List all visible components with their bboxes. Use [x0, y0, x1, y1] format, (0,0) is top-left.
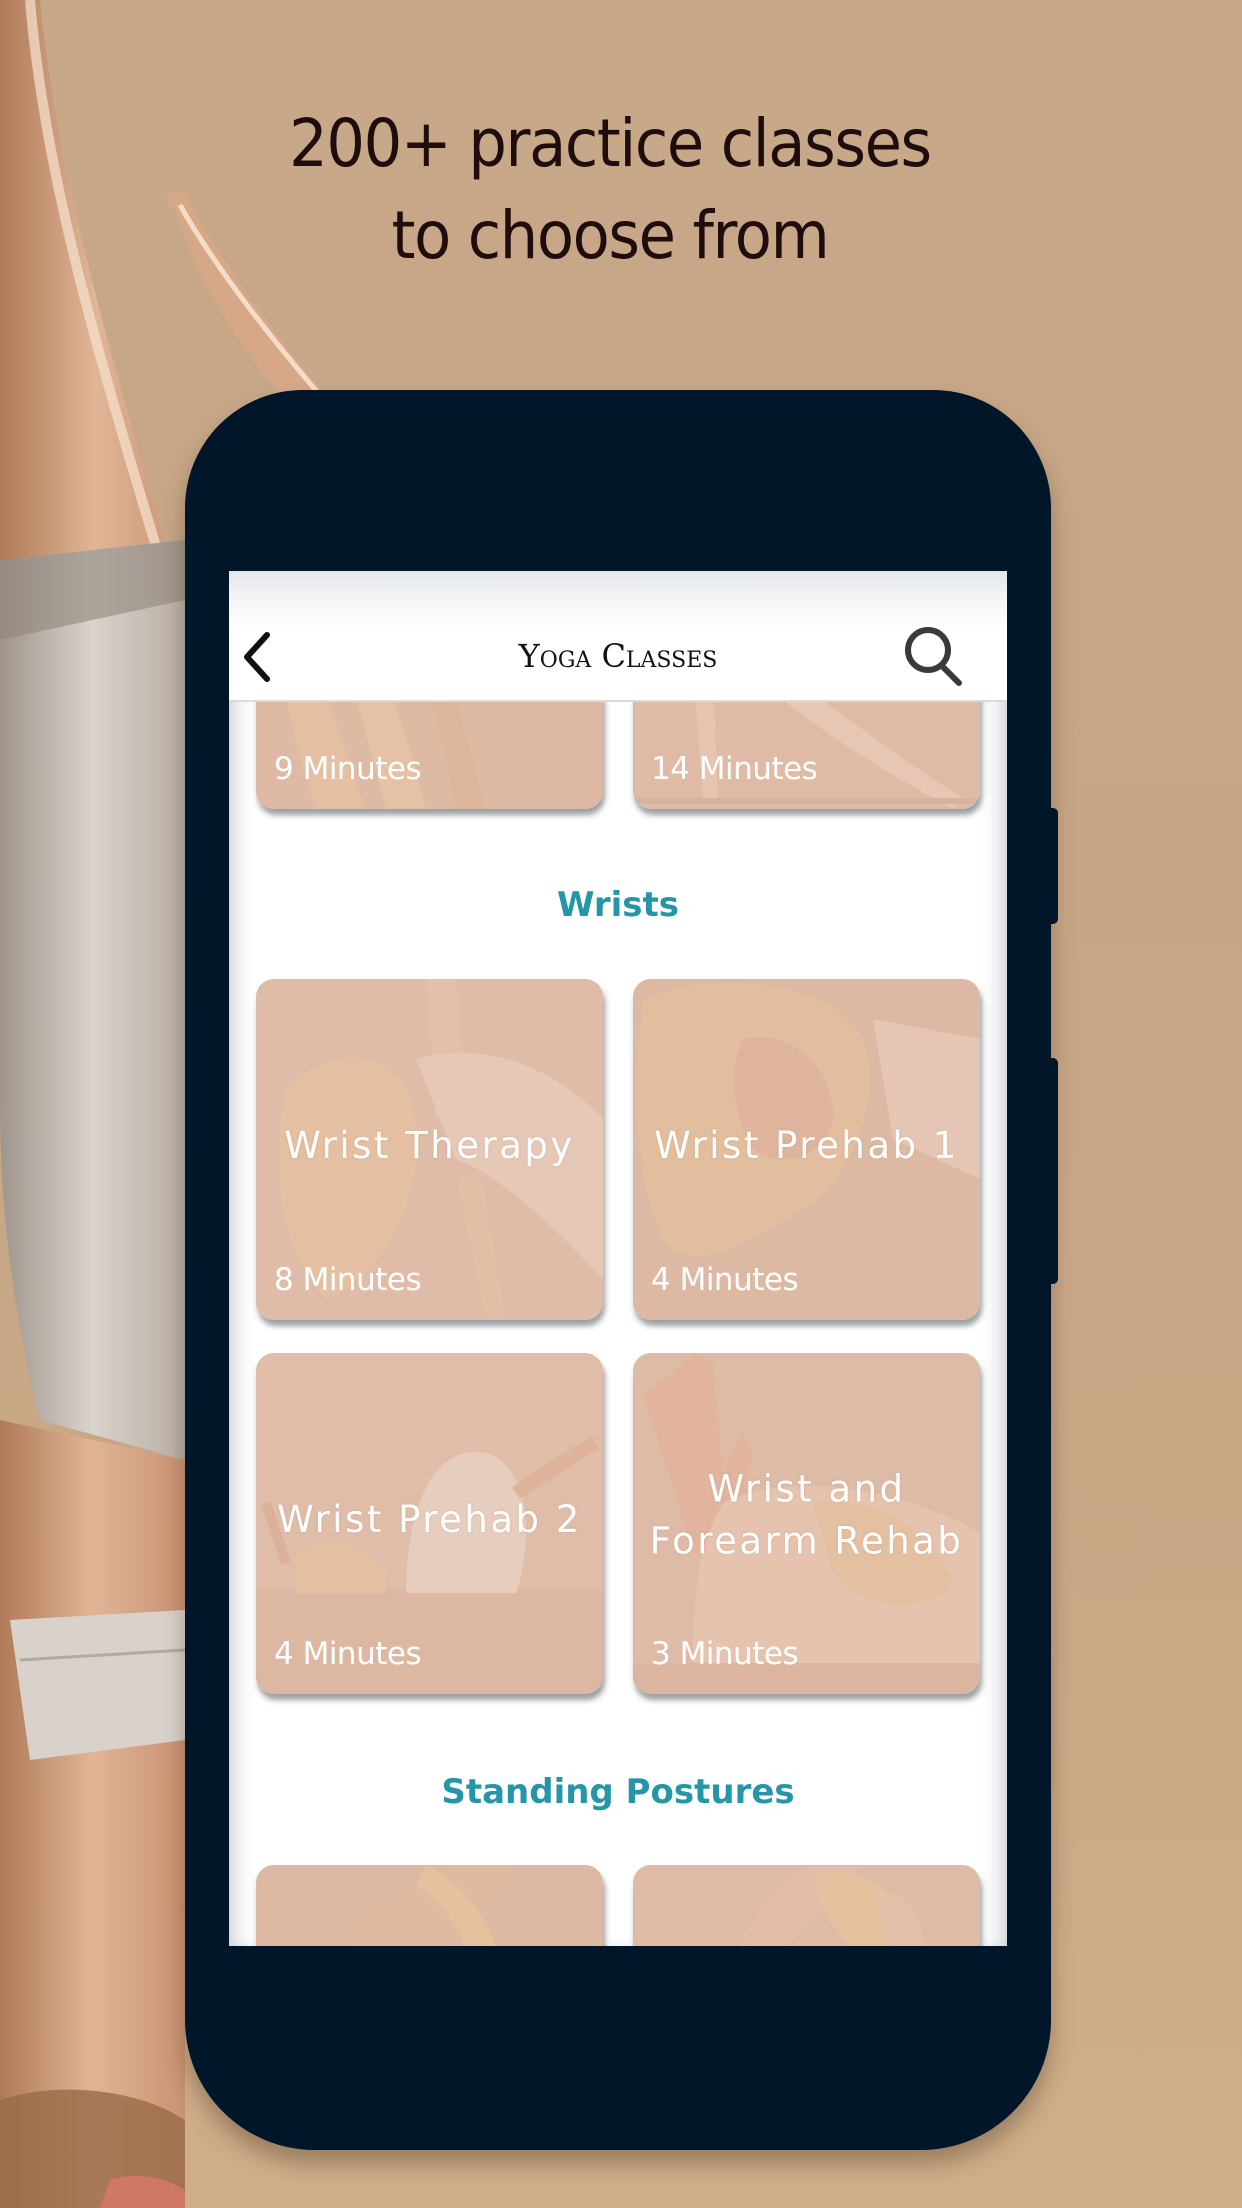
- class-title: Wrist Therapy: [284, 1123, 575, 1167]
- promo-headline-line-2: to choose from: [391, 197, 830, 274]
- class-card-wrist-prehab-1[interactable]: Wrist Prehab 1 4 Minutes: [633, 979, 980, 1320]
- page-title: Yoga Classes: [518, 637, 718, 675]
- search-button[interactable]: [901, 623, 967, 689]
- class-card-wrist-prehab-2[interactable]: Wrist Prehab 2 4 Minutes: [256, 1353, 603, 1694]
- class-duration: 3 Minutes: [651, 1636, 799, 1672]
- section-heading-wrists: Wrists: [556, 885, 680, 925]
- class-duration: 4 Minutes: [651, 1262, 799, 1298]
- section-heading-standing-postures: Standing Postures: [441, 1772, 795, 1812]
- class-duration: 14 Minutes: [651, 751, 818, 787]
- class-card[interactable]: [256, 1865, 603, 1946]
- promo-headline-line-1: 200+ practice classes: [289, 105, 932, 182]
- app-header: Yoga Classes: [229, 571, 1007, 702]
- class-title: Wrist and Forearm Rehab: [649, 1467, 964, 1563]
- phone-side-button-volume: [1050, 1058, 1058, 1284]
- class-duration: 4 Minutes: [274, 1636, 422, 1672]
- phone-screen: Chaturanga 9 Minutes Pose Flow 14 Minute…: [229, 571, 1007, 1946]
- class-list[interactable]: Chaturanga 9 Minutes Pose Flow 14 Minute…: [229, 571, 1007, 1946]
- search-icon: [905, 627, 962, 686]
- class-title: Wrist Prehab 1: [654, 1123, 959, 1167]
- class-duration: 9 Minutes: [274, 751, 422, 787]
- class-duration: 8 Minutes: [274, 1262, 422, 1298]
- class-card-wrist-therapy[interactable]: Wrist Therapy 8 Minutes: [256, 979, 603, 1320]
- class-card-wrist-forearm-rehab[interactable]: Wrist and Forearm Rehab 3 Minutes: [633, 1353, 980, 1694]
- class-title: Wrist Prehab 2: [277, 1497, 582, 1541]
- promo-headline: 200+ practice classes to choose from: [49, 98, 1171, 282]
- class-card[interactable]: [633, 1865, 980, 1946]
- phone-side-button-power: [1050, 808, 1058, 924]
